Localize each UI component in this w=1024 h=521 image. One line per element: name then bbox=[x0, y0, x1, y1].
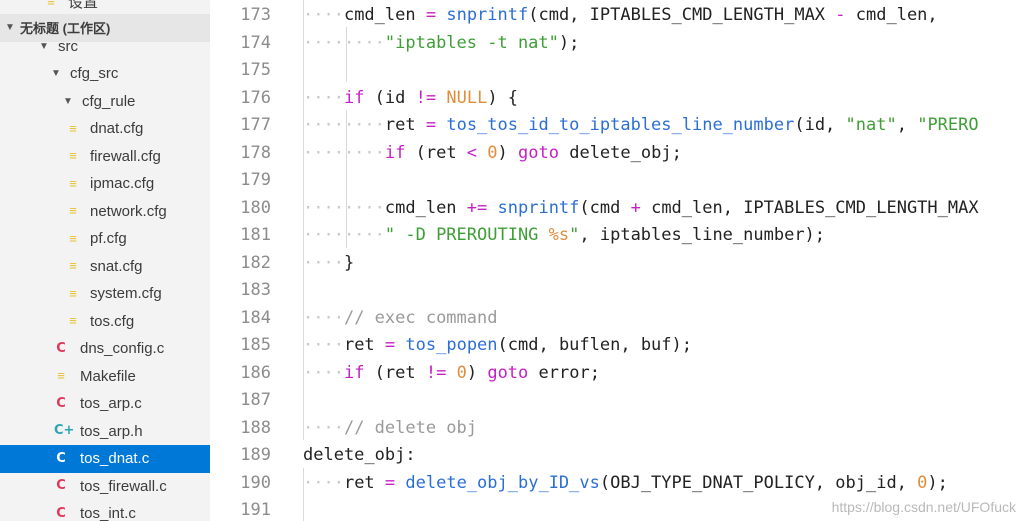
c-file-icon: C bbox=[56, 478, 66, 494]
chevron-down-icon: ▼ bbox=[39, 40, 49, 52]
line-number: 184 bbox=[240, 307, 271, 328]
c-file-icon: C bbox=[56, 340, 66, 356]
tree-item-label: tos_int.c bbox=[80, 505, 136, 521]
line-number: 191 bbox=[240, 500, 271, 520]
header-file-icon: C+ bbox=[54, 423, 75, 439]
line-number: 188 bbox=[240, 417, 271, 438]
line-number: 182 bbox=[240, 252, 271, 273]
tree-item-dns-config-c[interactable]: Cdns_config.c bbox=[0, 335, 210, 363]
tree-item-label: snat.cfg bbox=[90, 257, 143, 275]
tree-item-label: cfg_src bbox=[70, 65, 119, 83]
tree-item-cfg-rule[interactable]: ▼ cfg_rule bbox=[0, 88, 210, 116]
line-number: 186 bbox=[240, 362, 271, 383]
chevron-down-icon: ▼ bbox=[51, 68, 61, 80]
tree-item-pf-cfg[interactable]: ≡ pf.cfg bbox=[0, 225, 210, 253]
line-number: 185 bbox=[240, 335, 271, 355]
line-number: 173 bbox=[240, 5, 271, 25]
tree-item-ipmac-cfg[interactable]: ≡ ipmac.cfg bbox=[0, 170, 210, 198]
tree-item-label: system.cfg bbox=[90, 285, 162, 303]
code-line-185: ····ret = tos_popen(cmd, buflen, buf); bbox=[303, 335, 692, 355]
tree-item-makefile[interactable]: ≡ Makefile bbox=[0, 363, 210, 391]
tree-item-tos-cfg[interactable]: ≡ tos.cfg bbox=[0, 308, 210, 336]
tree-item-label: tos_dnat.c bbox=[80, 450, 150, 468]
tree-item-label: tos_arp.h bbox=[80, 422, 143, 440]
code-line-190: ····ret = delete_obj_by_ID_vs(OBJ_TYPE_D… bbox=[303, 473, 948, 493]
file-cfg-icon: ≡ bbox=[47, 0, 55, 9]
cfg-file-icon: ≡ bbox=[69, 203, 77, 219]
code-line-188: ····// delete obj bbox=[303, 418, 478, 438]
tree-item-tos-arp-c[interactable]: Ctos_arp.c bbox=[0, 390, 210, 418]
tree-item-tos-arp-h[interactable]: C+ tos_arp.h bbox=[0, 418, 210, 446]
tree-item-label: cfg_rule bbox=[82, 92, 136, 110]
sidebar-item-label: 设置 bbox=[68, 0, 99, 12]
tree-item-tos-firewall-c[interactable]: Ctos_firewall.c bbox=[0, 473, 210, 501]
tree-item-cfg-src[interactable]: ▼ cfg_src bbox=[0, 60, 210, 88]
code-line-181: ········" -D PREROUTING %s", iptables_li… bbox=[303, 225, 826, 245]
line-number: 187 bbox=[240, 390, 271, 410]
tree-item-label: dnat.cfg bbox=[90, 120, 144, 138]
tree-item-label: pf.cfg bbox=[90, 230, 127, 248]
code-line-189: delete_obj: bbox=[303, 445, 416, 465]
line-number: 181 bbox=[240, 225, 271, 245]
code-line-184: ····// exec command bbox=[303, 308, 498, 328]
code-line-177: ········ret = tos_tos_id_to_iptables_lin… bbox=[303, 115, 979, 135]
explorer-sidebar: ≡ 设置 ▼ 无标题 (工作区) ▼ src ▼ cfg_src ▼ cfg_rule ≡ d… bbox=[0, 0, 210, 521]
chevron-down-icon: ▼ bbox=[63, 95, 73, 107]
watermark: https://blog.csdn.net/UFOfuck bbox=[831, 499, 1016, 515]
code-line-178: ········if (ret < 0) goto delete_obj; bbox=[303, 143, 682, 163]
code-editor[interactable]: 173 174 175 176 177 178 179 180 181 182 183 184 185 1… bbox=[210, 0, 1024, 521]
tree-item-snat-cfg[interactable]: ≡ snat.cfg bbox=[0, 253, 210, 281]
tree-item-firewall-cfg[interactable]: ≡ firewall.cfg bbox=[0, 143, 210, 171]
tree-item-label: tos_arp.c bbox=[80, 395, 142, 413]
line-number: 176 bbox=[240, 87, 271, 108]
tree-item-label: Makefile bbox=[80, 367, 136, 385]
tree-item-label: ipmac.cfg bbox=[90, 175, 155, 193]
line-number: 189 bbox=[240, 445, 271, 465]
c-file-icon: C bbox=[56, 395, 66, 411]
tree-item-src[interactable]: ▼ src bbox=[0, 33, 210, 61]
c-file-icon: C bbox=[56, 505, 66, 521]
code-line-173: ····cmd_len = snprintf(cmd, IPTABLES_CMD… bbox=[303, 5, 938, 25]
code-line-186: ····if (ret != 0) goto error; bbox=[303, 363, 600, 383]
line-number: 177 bbox=[240, 115, 271, 135]
code-line-182: ····} bbox=[303, 253, 355, 273]
line-number: 174 bbox=[240, 32, 271, 53]
tree-item-system-cfg[interactable]: ≡ system.cfg bbox=[0, 280, 210, 308]
tree-item-tos-dnat-c[interactable]: Ctos_dnat.c bbox=[0, 445, 210, 473]
tree-item-tos-int-c[interactable]: Ctos_int.c bbox=[0, 500, 210, 521]
line-number: 180 bbox=[240, 197, 271, 218]
tree-item-label: firewall.cfg bbox=[90, 147, 161, 165]
line-number: 178 bbox=[240, 142, 271, 163]
cfg-file-icon: ≡ bbox=[69, 258, 77, 274]
tree-item-label: tos_firewall.c bbox=[80, 477, 167, 495]
line-number: 190 bbox=[240, 472, 271, 493]
code-line-174: ········"iptables -t nat"); bbox=[303, 33, 580, 53]
tree-item-dnat-cfg[interactable]: ≡ dnat.cfg bbox=[0, 115, 210, 143]
tree-item-label: tos.cfg bbox=[90, 312, 135, 330]
code-line-180: ········cmd_len += snprintf(cmd + cmd_le… bbox=[303, 198, 979, 218]
line-number: 183 bbox=[240, 280, 271, 300]
line-number: 179 bbox=[240, 170, 271, 190]
cfg-file-icon: ≡ bbox=[69, 313, 77, 329]
cfg-file-icon: ≡ bbox=[69, 120, 77, 136]
cfg-file-icon: ≡ bbox=[69, 230, 77, 246]
tree-item-label: network.cfg bbox=[90, 202, 167, 220]
cfg-file-icon: ≡ bbox=[69, 285, 77, 301]
cfg-file-icon: ≡ bbox=[69, 175, 77, 191]
c-file-icon: C bbox=[56, 450, 66, 466]
tree-item-network-cfg[interactable]: ≡ network.cfg bbox=[0, 198, 210, 226]
code-line-176: ····if (id != NULL) { bbox=[303, 88, 519, 108]
cfg-file-icon: ≡ bbox=[69, 148, 77, 164]
tree-item-label: src bbox=[58, 37, 78, 55]
tree-item-label: dns_config.c bbox=[80, 340, 165, 358]
line-number: 175 bbox=[240, 60, 271, 80]
makefile-icon: ≡ bbox=[57, 368, 65, 384]
